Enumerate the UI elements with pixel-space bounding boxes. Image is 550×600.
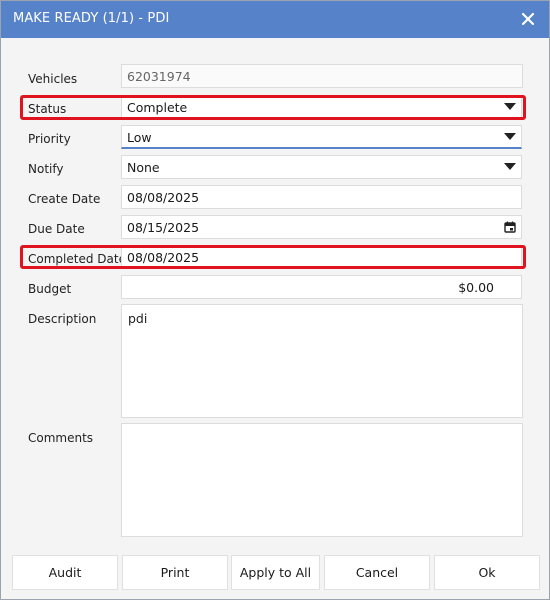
priority-select[interactable]: Low <box>121 125 522 149</box>
status-label: Status <box>28 102 67 116</box>
chevron-down-icon <box>504 133 516 140</box>
calendar-icon[interactable] <box>504 221 516 233</box>
print-button[interactable]: Print <box>122 555 228 590</box>
completed-date-label: Completed Date <box>28 252 126 266</box>
chevron-down-icon <box>504 103 516 110</box>
completed-date-value: 08/08/2025 <box>127 250 200 265</box>
close-button[interactable] <box>517 8 539 30</box>
budget-input[interactable]: $0.00 <box>121 275 522 299</box>
vehicles-label: Vehicles <box>28 72 78 86</box>
comments-textarea[interactable] <box>121 423 523 537</box>
notify-value: None <box>127 160 160 175</box>
ok-button[interactable]: Ok <box>434 555 540 590</box>
create-date-input[interactable]: 08/08/2025 <box>121 185 522 209</box>
audit-button[interactable]: Audit <box>12 555 118 590</box>
comments-label: Comments <box>28 431 94 445</box>
apply-to-all-button[interactable]: Apply to All <box>231 555 320 590</box>
due-date-input[interactable]: 08/15/2025 <box>121 215 522 239</box>
budget-label: Budget <box>28 282 72 296</box>
description-textarea[interactable]: pdi <box>121 304 523 418</box>
chevron-down-icon <box>504 163 516 170</box>
status-select[interactable]: Complete <box>121 95 522 119</box>
due-date-value: 08/15/2025 <box>127 220 200 235</box>
due-date-label: Due Date <box>28 222 85 236</box>
create-date-label: Create Date <box>28 192 101 206</box>
description-label: Description <box>28 312 97 326</box>
completed-date-input[interactable]: 08/08/2025 <box>121 245 522 269</box>
dialog-title: MAKE READY (1/1) - PDI <box>13 11 170 26</box>
notify-label: Notify <box>28 162 64 176</box>
description-value: pdi <box>128 311 148 326</box>
priority-label: Priority <box>28 132 71 146</box>
dialog-titlebar: MAKE READY (1/1) - PDI <box>1 1 549 38</box>
notify-select[interactable]: None <box>121 155 522 179</box>
priority-value: Low <box>127 130 152 145</box>
vehicles-field: 62031974 <box>121 64 523 88</box>
cancel-button[interactable]: Cancel <box>324 555 430 590</box>
make-ready-dialog: MAKE READY (1/1) - PDI Vehicles 62031974… <box>0 0 550 600</box>
close-icon <box>521 12 535 26</box>
create-date-value: 08/08/2025 <box>127 190 200 205</box>
vehicles-value: 62031974 <box>127 69 191 84</box>
budget-value: $0.00 <box>458 280 494 295</box>
status-value: Complete <box>127 100 188 115</box>
